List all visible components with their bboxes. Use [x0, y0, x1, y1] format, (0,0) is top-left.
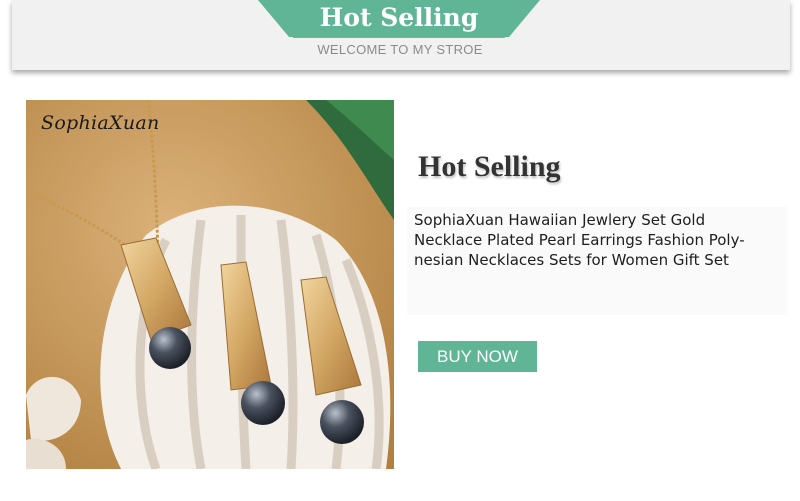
product-section-title: Hot Selling: [418, 150, 561, 183]
buy-now-button[interactable]: BUY NOW: [418, 341, 537, 372]
description-line: SophiaXuan Hawaiian Jewlery Set Gold: [414, 211, 706, 229]
brand-logo: SophiaXuan: [41, 112, 160, 134]
description-line: nesian Necklaces Sets for Women Gift Set: [414, 251, 729, 269]
header-divider: [293, 37, 505, 38]
header-title: Hot Selling: [319, 3, 479, 32]
header-subtitle: WELCOME TO MY STROE: [317, 42, 483, 57]
product-photo[interactable]: SophiaXuan: [26, 100, 394, 469]
description-line: Necklace Plated Pearl Earrings Fashion P…: [414, 231, 745, 249]
jewelry-photo-illustration: [26, 100, 394, 469]
product-description: SophiaXuan Hawaiian Jewlery Set Gold Nec…: [414, 210, 784, 270]
